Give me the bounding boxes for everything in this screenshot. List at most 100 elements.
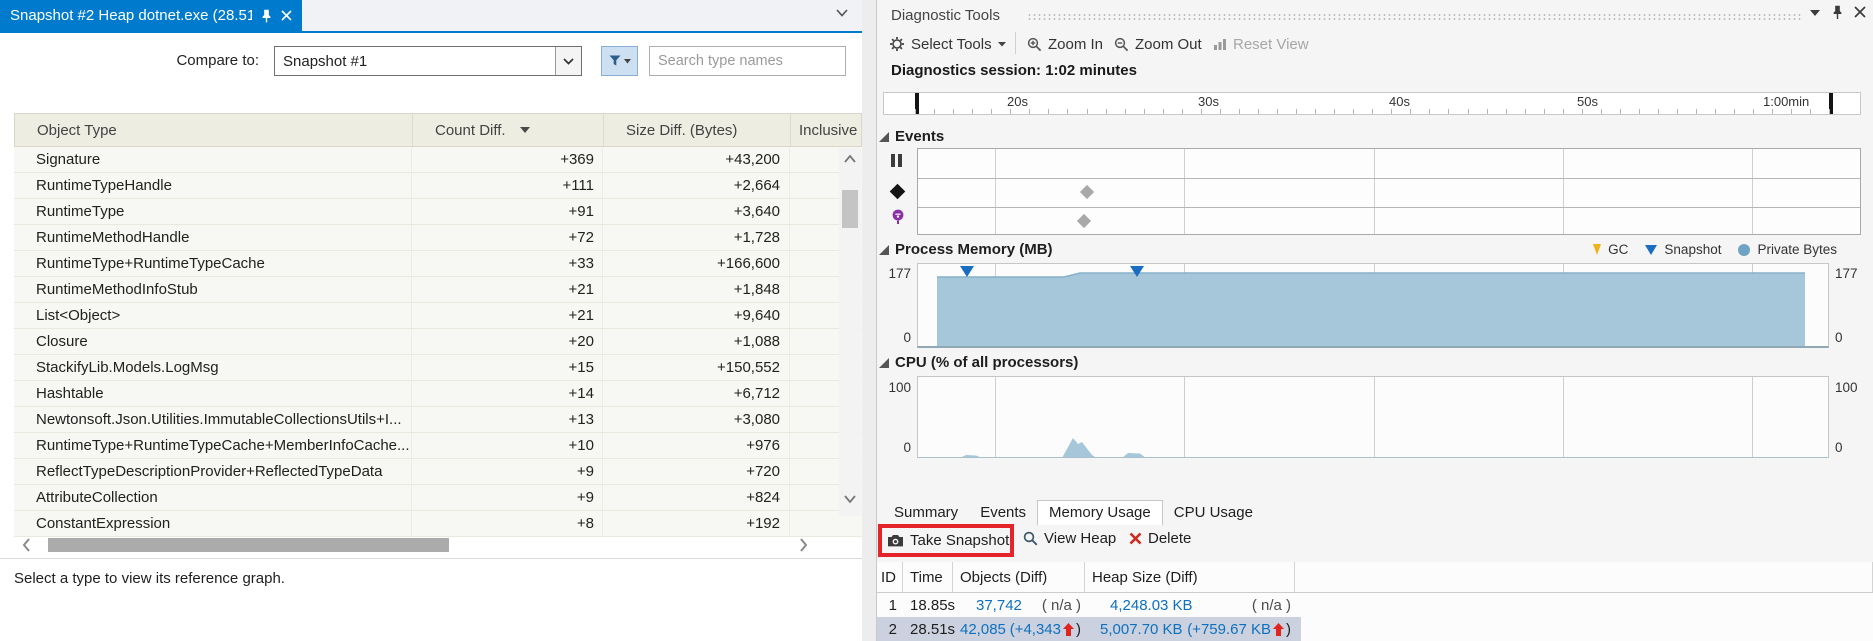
- filter-chevron-icon: [624, 59, 631, 64]
- tab-events[interactable]: Events: [969, 501, 1037, 525]
- events-track-grid[interactable]: [917, 148, 1861, 235]
- snapshot-row[interactable]: 118.85s37,742( n/a )4,248.03 KB( n/a ): [877, 593, 1873, 617]
- combobox-chevron-icon[interactable]: [555, 47, 581, 75]
- delete-snapshot-button[interactable]: Delete: [1129, 530, 1191, 547]
- snapshot-heap-cell: 5,007.70 KB(+759.67 KB): [1085, 617, 1295, 641]
- snapshot-column-header[interactable]: Objects (Diff): [953, 562, 1085, 592]
- table-row[interactable]: RuntimeMethodInfoStub+21+1,848: [14, 277, 862, 303]
- object-type-cell: ConstantExpression: [14, 511, 412, 536]
- snapshot-column-header[interactable]: ID: [877, 562, 903, 592]
- memory-ymax-label-left: 177: [881, 266, 911, 281]
- tab-snapshot2-heap[interactable]: Snapshot #2 Heap dotnet.exe (28.51s): [0, 0, 302, 31]
- table-row[interactable]: Signature+369+43,200: [14, 147, 862, 173]
- column-header-count-diff[interactable]: Count Diff.: [413, 114, 604, 146]
- vertical-scrollbar[interactable]: [839, 148, 861, 516]
- diff-close-paren: ): [1076, 621, 1081, 638]
- diagnostic-tools-panel: Diagnostic Tools: [876, 0, 1873, 641]
- close-icon[interactable]: [281, 10, 292, 21]
- cpu-chart[interactable]: [917, 376, 1829, 458]
- objects-count-link[interactable]: 37,742: [976, 597, 1022, 614]
- take-snapshot-button[interactable]: Take Snapshot: [887, 532, 1009, 549]
- window-close-icon[interactable]: [1854, 6, 1866, 18]
- snapshot-row[interactable]: 228.51s42,085(+4,343)5,007.70 KB(+759.67…: [877, 617, 1301, 641]
- reference-graph-hint: Select a type to view its reference grap…: [14, 570, 285, 587]
- objects-diff: ( n/a ): [1042, 597, 1085, 614]
- reset-view-button[interactable]: Reset View: [1213, 32, 1309, 56]
- table-row[interactable]: Hashtable+14+6,712: [14, 381, 862, 407]
- snapshot-objects-cell: 37,742 ( n/a ): [953, 593, 1085, 617]
- diff-value: (+759.67 KB: [1187, 621, 1271, 638]
- table-row[interactable]: ReflectTypeDescriptionProvider+Reflected…: [14, 459, 862, 485]
- objects-diff: (+4,343): [1010, 621, 1085, 638]
- snapshot-column-header[interactable]: Heap Size (Diff): [1085, 562, 1295, 592]
- event-marker[interactable]: [1077, 214, 1091, 228]
- view-heap-button[interactable]: View Heap: [1023, 530, 1116, 547]
- object-type-cell: RuntimeType+RuntimeTypeCache: [14, 251, 412, 276]
- heap-size-link[interactable]: 4,248.03 KB: [1110, 597, 1193, 614]
- private-bytes-legend-icon: [1738, 244, 1750, 256]
- vertical-scroll-thumb[interactable]: [842, 190, 858, 228]
- table-row[interactable]: Closure+20+1,088: [14, 329, 862, 355]
- scroll-left-icon[interactable]: [22, 538, 36, 552]
- zoom-out-button[interactable]: Zoom Out: [1114, 32, 1202, 56]
- table-row[interactable]: Newtonsoft.Json.Utilities.ImmutableColle…: [14, 407, 862, 433]
- heap-size-link[interactable]: 5,007.70 KB: [1100, 621, 1183, 638]
- toolbar-separator: [1015, 32, 1016, 54]
- table-row[interactable]: RuntimeType+91+3,640: [14, 199, 862, 225]
- objects-count-link[interactable]: 42,085: [960, 621, 1006, 638]
- window-pin-icon[interactable]: [1832, 5, 1843, 20]
- object-type-cell: Newtonsoft.Json.Utilities.ImmutableColle…: [14, 407, 412, 432]
- count-diff-cell: +9: [412, 485, 603, 510]
- window-chevron-icon[interactable]: [1810, 10, 1820, 17]
- column-header-inclusive[interactable]: Inclusive S: [791, 114, 861, 146]
- snapshot-id-cell: 2: [877, 617, 903, 641]
- size-diff-cell: +1,848: [603, 277, 790, 302]
- event-marker[interactable]: [1080, 185, 1094, 199]
- table-row[interactable]: StackifyLib.Models.LogMsg+15+150,552: [14, 355, 862, 381]
- panel-drag-grip[interactable]: [1027, 13, 1802, 21]
- compare-to-combobox[interactable]: Snapshot #1: [274, 46, 582, 76]
- scroll-up-icon[interactable]: [843, 154, 857, 168]
- events-section-header[interactable]: Events: [879, 128, 944, 145]
- snapshot-table: IDTimeObjects (Diff)Heap Size (Diff) 118…: [877, 562, 1873, 641]
- object-type-cell: Signature: [14, 147, 412, 172]
- table-row[interactable]: ConstantExpression+8+192: [14, 511, 862, 537]
- scroll-down-icon[interactable]: [843, 494, 857, 508]
- tab-cpu-usage[interactable]: CPU Usage: [1163, 501, 1264, 525]
- search-input[interactable]: [649, 46, 846, 76]
- select-tools-button[interactable]: Select Tools: [889, 32, 1006, 56]
- tab-summary[interactable]: Summary: [883, 501, 969, 525]
- table-row[interactable]: List<Object>+21+9,640: [14, 303, 862, 329]
- snapshot-marker-2[interactable]: [1130, 266, 1144, 277]
- snapshot-id-cell: 1: [877, 593, 903, 617]
- filter-button[interactable]: [601, 46, 638, 76]
- snapshot-column-header[interactable]: Time: [903, 562, 953, 592]
- scroll-right-icon[interactable]: [799, 538, 813, 552]
- gear-icon: [889, 36, 905, 52]
- diff-value: ( n/a ): [1252, 597, 1291, 614]
- size-diff-cell: +976: [603, 433, 790, 458]
- horizontal-scroll-thumb[interactable]: [48, 538, 449, 552]
- column-header-object-type[interactable]: Object Type: [15, 114, 413, 146]
- pin-icon[interactable]: [261, 9, 272, 23]
- memory-section-header[interactable]: Process Memory (MB) GCSnapshotPrivate By…: [879, 241, 1861, 258]
- tab-memory-usage[interactable]: Memory Usage: [1037, 500, 1163, 525]
- timeline-ruler[interactable]: 20s30s40s50s1:00min: [883, 92, 1861, 115]
- horizontal-scrollbar[interactable]: [14, 537, 830, 553]
- size-diff-cell: +43,200: [603, 147, 790, 172]
- table-row[interactable]: AttributeCollection+9+824: [14, 485, 862, 511]
- zoom-in-button[interactable]: Zoom In: [1027, 32, 1103, 56]
- table-row[interactable]: RuntimeTypeHandle+111+2,664: [14, 173, 862, 199]
- table-row[interactable]: RuntimeMethodHandle+72+1,728: [14, 225, 862, 251]
- cpu-section-header[interactable]: CPU (% of all processors): [879, 354, 1078, 371]
- size-diff-cell: +2,664: [603, 173, 790, 198]
- memory-chart[interactable]: [917, 263, 1829, 348]
- tab-list-chevron-icon[interactable]: [836, 9, 852, 23]
- collapse-triangle-icon: [879, 245, 889, 255]
- object-type-cell: Closure: [14, 329, 412, 354]
- table-row[interactable]: RuntimeType+RuntimeTypeCache+33+166,600: [14, 251, 862, 277]
- table-row[interactable]: RuntimeType+RuntimeTypeCache+MemberInfoC…: [14, 433, 862, 459]
- snapshot-marker-1[interactable]: [960, 266, 974, 277]
- column-header-size-diff[interactable]: Size Diff. (Bytes): [604, 114, 791, 146]
- heap-table-body: Signature+369+43,200RuntimeTypeHandle+11…: [14, 147, 862, 537]
